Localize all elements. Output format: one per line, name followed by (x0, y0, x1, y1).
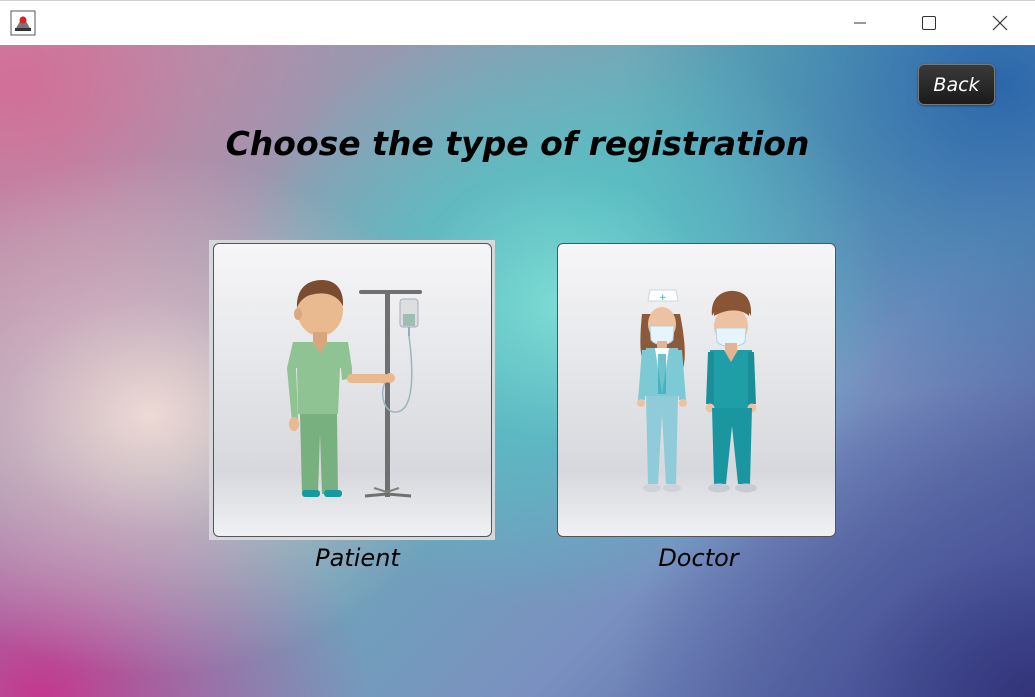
svg-text:+: + (659, 293, 667, 303)
maximize-icon (922, 16, 936, 30)
close-icon (992, 15, 1008, 31)
patient-illustration (287, 280, 422, 498)
title-bar (0, 0, 1035, 45)
maximize-button[interactable] (894, 1, 964, 45)
back-button[interactable]: Back (918, 64, 995, 105)
patient-button[interactable] (213, 243, 492, 537)
registration-panel: Back Choose the type of registration + P… (0, 45, 1035, 697)
page-title: Choose the type of registration (225, 124, 810, 163)
doctor-illustration: + (637, 289, 757, 493)
app-window: Back Choose the type of registration + P… (0, 0, 1035, 697)
close-button[interactable] (965, 1, 1035, 45)
minimize-button[interactable] (825, 1, 895, 45)
java-app-icon (10, 10, 36, 36)
patient-label: Patient (315, 544, 400, 572)
doctor-label: Doctor (658, 544, 739, 572)
minimize-icon (854, 22, 866, 24)
doctor-button[interactable]: + (557, 243, 836, 537)
